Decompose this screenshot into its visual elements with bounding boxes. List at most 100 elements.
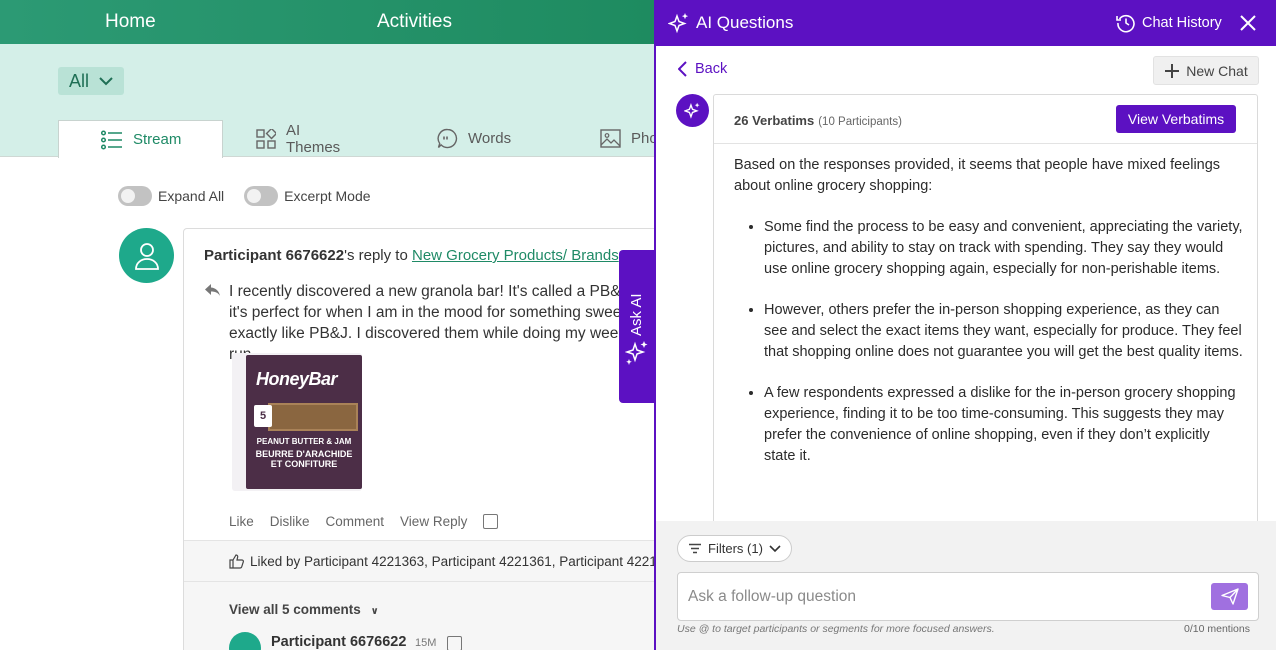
chat-history-label: Chat History: [1142, 15, 1222, 31]
filter-band: All Stream AI Themes Words Photos: [0, 44, 654, 158]
expand-all-switch[interactable]: [118, 186, 152, 206]
stream-toggles: Expand All Excerpt Mode: [118, 186, 371, 206]
post-header: Participant 6676622's reply to New Groce…: [204, 247, 619, 264]
panel-title: AI Questions: [668, 12, 793, 34]
community-app: Home Activities All Stream AI Themes Wor…: [0, 0, 654, 650]
new-chat-label: New Chat: [1186, 62, 1248, 79]
nav-activities[interactable]: Activities: [377, 11, 452, 33]
view-all-comments-link[interactable]: View all 5 comments ∨: [229, 602, 379, 617]
answer-point: However, others prefer the in-person sho…: [764, 300, 1244, 363]
avatar[interactable]: [119, 228, 174, 283]
new-chat-button[interactable]: New Chat: [1153, 56, 1259, 85]
comment-time: 15M: [415, 637, 437, 649]
chat-history-button[interactable]: Chat History: [1116, 13, 1222, 33]
excerpt-mode-switch[interactable]: [244, 186, 279, 206]
product-brand: HoneyBar: [256, 369, 338, 389]
sparkles-icon: [625, 341, 648, 365]
post-actions: Like Dislike Comment View Reply: [229, 514, 514, 529]
tab-words-label: Words: [468, 130, 512, 147]
tab-ai-themes-label: AI Themes: [286, 121, 341, 156]
panel-header: AI Questions Chat History: [656, 0, 1276, 46]
double-chevron-down-icon: ∨: [370, 606, 379, 617]
ai-questions-panel: AI Questions Chat History Back New Chat …: [654, 0, 1276, 650]
comment-button[interactable]: Comment: [326, 514, 385, 529]
send-icon: [1220, 588, 1239, 605]
tab-photos-label: Photos: [631, 130, 654, 147]
product-count: 5: [254, 405, 272, 427]
panel-title-text: AI Questions: [696, 13, 794, 32]
chevron-down-icon: [769, 544, 781, 552]
dislike-button[interactable]: Dislike: [270, 514, 310, 529]
sparkles-icon: [668, 13, 689, 34]
granola-bars-window: [268, 403, 358, 431]
answer-body: Based on the responses provided, it seem…: [734, 155, 1244, 487]
nav-home[interactable]: Home: [105, 11, 156, 33]
tab-stream-label: Stream: [133, 131, 182, 148]
likes-row: Liked by Participant 4221363, Participan…: [184, 540, 654, 582]
comment-checkbox[interactable]: [447, 636, 462, 650]
back-button[interactable]: Back: [678, 61, 727, 77]
back-label: Back: [695, 61, 728, 77]
sparkles-icon: [684, 102, 700, 119]
ai-avatar: [676, 94, 709, 127]
tab-words[interactable]: Words: [437, 120, 511, 157]
tab-stream[interactable]: Stream: [58, 120, 223, 158]
excerpt-mode-toggle[interactable]: Excerpt Mode: [244, 186, 371, 206]
comments-area: View all 5 comments ∨ Participant 667662…: [184, 582, 654, 650]
filters-label: Filters (1): [708, 541, 763, 556]
liked-by: Liked by Participant 4221363, Participan…: [229, 554, 654, 569]
expand-all-toggle[interactable]: Expand All: [118, 186, 224, 206]
tab-photos[interactable]: Photos: [600, 120, 654, 157]
comment-author[interactable]: Participant 6676622: [271, 634, 406, 650]
list-icon: [101, 129, 122, 150]
product-package: HoneyBar 5 PEANUT BUTTER & JAM BEURRE D'…: [246, 355, 362, 489]
top-navigation: Home Activities: [0, 0, 654, 44]
composer-footer: Filters (1) Use @ to target participants…: [656, 521, 1276, 650]
verbatim-count: 26 Verbatims (10 Participants): [734, 113, 902, 128]
verbatim-count-text: 26 Verbatims: [734, 113, 815, 128]
post-reply-text: 's reply to: [344, 247, 412, 264]
answer-point: A few respondents expressed a dislike fo…: [764, 383, 1244, 467]
chevron-down-icon: [99, 76, 113, 85]
ask-ai-label: Ask AI: [628, 293, 645, 336]
filters-button[interactable]: Filters (1): [677, 535, 792, 562]
image-icon: [600, 129, 621, 148]
select-checkbox[interactable]: [483, 514, 499, 529]
filter-lines-icon: [689, 543, 702, 554]
like-button[interactable]: Like: [229, 514, 254, 529]
close-icon[interactable]: [1238, 13, 1258, 33]
view-reply-button[interactable]: View Reply: [400, 514, 467, 529]
view-verbatims-button[interactable]: View Verbatims: [1116, 105, 1236, 133]
follow-up-input[interactable]: [688, 585, 1188, 609]
excerpt-mode-label: Excerpt Mode: [284, 188, 371, 204]
liked-by-text: Liked by Participant 4221363, Participan…: [250, 554, 654, 569]
mentions-counter: 0/10 mentions: [1184, 623, 1250, 635]
product-photo[interactable]: HoneyBar 5 PEANUT BUTTER & JAM BEURRE D'…: [232, 353, 362, 491]
speech-bubble-icon: [437, 128, 458, 149]
chevron-left-icon: [678, 61, 687, 77]
product-flavor-fr: BEURRE D'ARACHIDE ET CONFITURE: [255, 449, 353, 469]
answer-points: Some find the process to be easy and con…: [734, 217, 1244, 467]
plus-icon: [1165, 63, 1180, 78]
follow-up-input-box: [677, 572, 1259, 621]
product-flavor-en: PEANUT BUTTER & JAM: [256, 437, 352, 446]
segment-select[interactable]: All: [58, 67, 124, 95]
product-flavor: PEANUT BUTTER & JAM BEURRE D'ARACHIDE ET…: [252, 437, 356, 469]
comment-avatar[interactable]: [229, 632, 261, 650]
answer-header: 26 Verbatims (10 Participants) View Verba…: [714, 95, 1257, 144]
post-card: Participant 6676622's reply to New Groce…: [183, 228, 654, 650]
ask-ai-tab[interactable]: Ask AI: [619, 250, 654, 403]
send-button[interactable]: [1211, 583, 1248, 610]
post-author[interactable]: Participant 6676622: [204, 247, 344, 264]
answer-intro: Based on the responses provided, it seem…: [734, 157, 1221, 194]
segment-select-value: All: [69, 70, 90, 91]
mention-hint: Use @ to target participants or segments…: [677, 623, 995, 635]
participant-count: (10 Participants): [818, 116, 902, 128]
reply-arrow-icon: [205, 284, 220, 296]
topic-link[interactable]: New Grocery Products/ Brands: [412, 247, 619, 264]
grid-icon: [256, 128, 276, 149]
view-all-comments-label: View all 5 comments: [229, 602, 361, 617]
tab-ai-themes[interactable]: AI Themes: [256, 120, 340, 157]
thumbs-up-icon: [229, 554, 244, 569]
user-icon: [134, 242, 159, 270]
